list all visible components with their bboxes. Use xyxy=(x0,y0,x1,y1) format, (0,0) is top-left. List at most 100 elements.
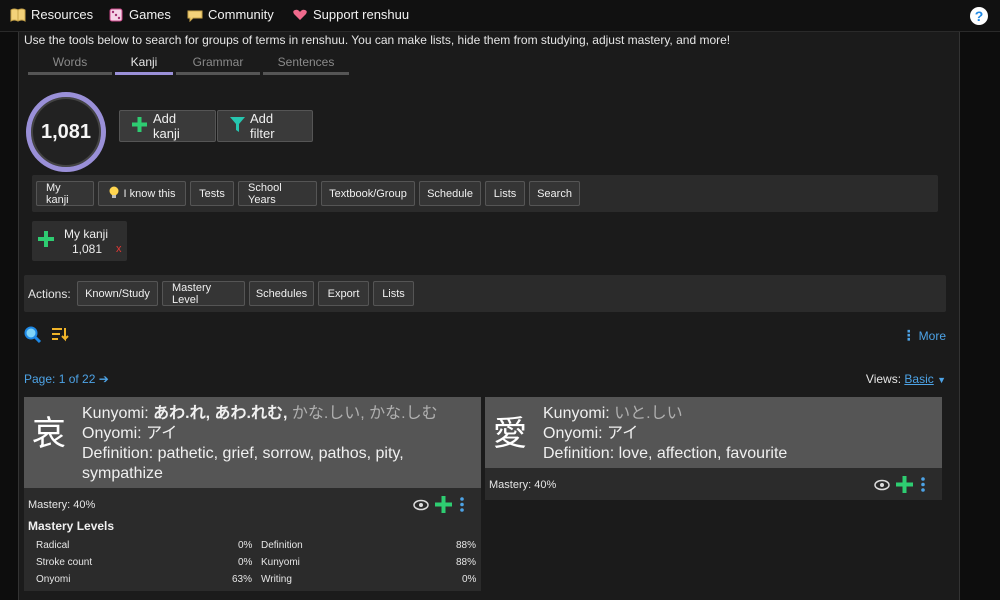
eye-icon[interactable] xyxy=(413,498,429,516)
card-actions xyxy=(413,496,464,518)
next-page-icon[interactable]: ➔ xyxy=(99,372,109,386)
intro-text: Use the tools below to search for groups… xyxy=(24,33,731,47)
views-selector[interactable]: Views: Basic ▼ xyxy=(866,372,946,386)
plus-icon[interactable] xyxy=(435,496,452,518)
kunyomi-line: Kunyomi: いと.しい xyxy=(543,404,938,424)
add-kanji-label: Add kanji xyxy=(153,111,180,141)
lightbulb-icon xyxy=(109,186,119,202)
filter-school-years[interactable]: School Years xyxy=(238,181,317,206)
definition-label: Definition: xyxy=(543,445,615,462)
mastery-levels-title: Mastery Levels xyxy=(28,519,115,533)
filter-bar: My kanji I know this Tests School Years … xyxy=(32,175,938,212)
onyomi-value: アイ xyxy=(607,425,639,442)
sort-icon[interactable] xyxy=(52,326,70,349)
kanji-info: Kunyomi: いと.しい Onyomi: アイ Definition: lo… xyxy=(543,404,938,464)
filter-icon xyxy=(230,117,245,135)
action-known-study[interactable]: Known/Study xyxy=(77,281,158,306)
level-value: 0% xyxy=(238,540,253,551)
dice-icon xyxy=(108,8,124,22)
type-tabs: Words Kanji Grammar Sentences xyxy=(28,55,352,75)
level-name: Stroke count xyxy=(36,557,93,568)
filter-tests[interactable]: Tests xyxy=(190,181,234,206)
tab-sentences[interactable]: Sentences xyxy=(263,55,349,75)
actions-bar: Actions: Known/Study Mastery Level Sched… xyxy=(24,275,946,312)
nav-community-label: Community xyxy=(208,7,274,22)
kunyomi-label: Kunyomi: xyxy=(543,405,610,422)
kunyomi-main: あわ.れ, あわ.れむ, xyxy=(153,405,288,422)
nav-games[interactable]: Games xyxy=(108,7,171,22)
kanji-glyph[interactable]: 哀 xyxy=(32,406,66,455)
level-name: Definition xyxy=(261,540,303,551)
remove-filter-button[interactable]: x xyxy=(116,243,122,255)
kebab-menu-icon[interactable] xyxy=(921,477,925,497)
filter-i-know-this[interactable]: I know this xyxy=(98,181,186,206)
filter-lists[interactable]: Lists xyxy=(485,181,525,206)
add-kanji-button[interactable]: Add kanji xyxy=(119,110,216,142)
filter-textbook-group[interactable]: Textbook/Group xyxy=(321,181,415,206)
level-name: Kunyomi xyxy=(261,557,300,568)
kunyomi-label: Kunyomi: xyxy=(82,405,149,422)
action-lists[interactable]: Lists xyxy=(373,281,414,306)
definition-value: love, affection, favourite xyxy=(618,445,788,462)
page-text: Page: 1 of 22 xyxy=(24,372,96,386)
plus-icon[interactable] xyxy=(896,476,913,498)
more-icon: ⋮ xyxy=(901,327,916,343)
active-filter-label: My kanji xyxy=(64,227,109,241)
add-filter-label: Add filter xyxy=(250,111,275,141)
community-icon xyxy=(187,8,203,22)
eye-icon[interactable] xyxy=(874,478,890,496)
nav-games-label: Games xyxy=(129,7,171,22)
more-label: More xyxy=(918,328,946,343)
result-count: 1,081 xyxy=(26,92,106,172)
onyomi-line: Onyomi: アイ xyxy=(543,424,938,444)
tab-words[interactable]: Words xyxy=(28,55,112,75)
pager[interactable]: Page: 1 of 22 ➔ xyxy=(24,372,109,386)
level-name: Onyomi xyxy=(36,574,71,585)
add-filter-button[interactable]: Add filter xyxy=(217,110,313,142)
onyomi-label: Onyomi: xyxy=(543,425,603,442)
top-nav-bar: Resources Games Community Support renshu… xyxy=(0,0,1000,32)
onyomi-line: Onyomi: アイ xyxy=(82,424,477,444)
onyomi-value: アイ xyxy=(146,425,178,442)
action-schedules[interactable]: Schedules xyxy=(249,281,314,306)
card-actions xyxy=(874,476,925,498)
active-filter-chip[interactable]: My kanji 1,081 x xyxy=(32,221,127,261)
mastery-text: Mastery: 40% xyxy=(489,479,557,491)
tab-grammar[interactable]: Grammar xyxy=(176,55,260,75)
nav-resources[interactable]: Resources xyxy=(10,7,93,22)
filter-search[interactable]: Search xyxy=(529,181,580,206)
chevron-down-icon: ▼ xyxy=(937,375,946,385)
nav-community[interactable]: Community xyxy=(187,7,274,22)
heart-hands-icon xyxy=(292,8,308,22)
more-button[interactable]: ⋮ More xyxy=(902,327,946,344)
kanji-glyph[interactable]: 愛 xyxy=(493,406,527,455)
level-name: Writing xyxy=(261,574,292,585)
plus-icon[interactable] xyxy=(38,231,54,252)
nav-support-label: Support renshuu xyxy=(313,7,410,22)
level-value: 88% xyxy=(456,540,477,551)
level-name: Radical xyxy=(36,540,70,551)
views-value[interactable]: Basic xyxy=(904,372,933,386)
definition-line: Definition: love, affection, favourite xyxy=(543,444,938,464)
plus-icon xyxy=(132,117,147,135)
nav-resources-label: Resources xyxy=(31,7,94,22)
nav-support[interactable]: Support renshuu xyxy=(292,7,409,22)
action-mastery-level[interactable]: Mastery Level xyxy=(162,281,245,306)
definition-label: Definition: xyxy=(82,445,154,462)
filter-i-know-this-label: I know this xyxy=(123,187,176,200)
filter-schedule[interactable]: Schedule xyxy=(419,181,481,206)
tab-kanji[interactable]: Kanji xyxy=(115,55,173,75)
kebab-menu-icon[interactable] xyxy=(460,497,464,517)
kanji-info: Kunyomi: あわ.れ, あわ.れむ, かな.しい, かな.しむ Onyom… xyxy=(82,404,477,484)
level-value: 88% xyxy=(456,557,477,568)
kunyomi-line: Kunyomi: あわ.れ, あわ.れむ, かな.しい, かな.しむ xyxy=(82,404,477,424)
definition-line: Definition: pathetic, grief, sorrow, pat… xyxy=(82,444,477,484)
onyomi-label: Onyomi: xyxy=(82,425,142,442)
kunyomi-dim: いと.しい xyxy=(614,405,683,422)
search-icon[interactable] xyxy=(24,326,42,349)
level-value: 63% xyxy=(232,574,253,585)
mastery-text: Mastery: 40% xyxy=(28,499,96,511)
action-export[interactable]: Export xyxy=(318,281,369,306)
filter-my-kanji[interactable]: My kanji xyxy=(36,181,94,206)
help-icon[interactable]: ? xyxy=(970,7,988,25)
